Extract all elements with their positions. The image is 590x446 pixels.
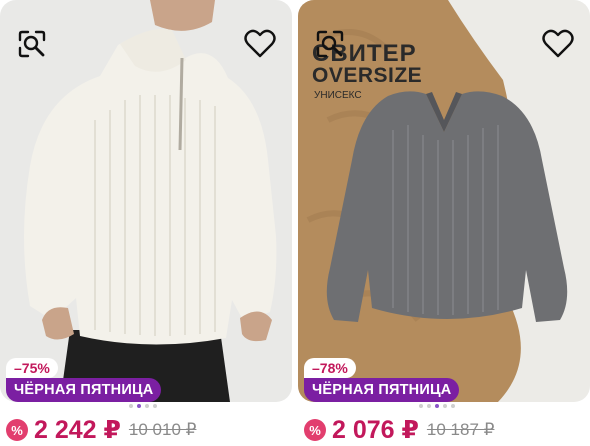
price-row: % 2 076 ₽ 10 187 ₽: [304, 416, 494, 444]
gallery-dot: [145, 404, 149, 408]
price-row: % 2 242 ₽ 10 010 ₽: [6, 416, 196, 444]
gallery-dot: [153, 404, 157, 408]
heart-icon[interactable]: [540, 26, 576, 62]
gallery-indicator: [419, 404, 455, 410]
product-card-1[interactable]: –75% ЧЁРНАЯ ПЯТНИЦА % 2 242 ₽ 10 010 ₽: [0, 0, 292, 446]
gallery-dot: [443, 404, 447, 408]
discount-badge: –78%: [304, 358, 356, 378]
banner-note: УНИСЕКС: [314, 90, 362, 101]
current-price: 2 076 ₽: [332, 416, 419, 444]
gallery-dot: [129, 404, 133, 408]
current-price: 2 242 ₽: [34, 416, 121, 444]
percent-icon: %: [6, 419, 28, 441]
heart-icon[interactable]: [242, 26, 278, 62]
product-card-2[interactable]: СВИТЕР OVERSIZE УНИСЕКС –78% ЧЁРНАЯ ПЯТН…: [298, 0, 590, 446]
gallery-dot-active: [137, 404, 141, 408]
gallery-dot: [451, 404, 455, 408]
promo-label: ЧЁРНАЯ ПЯТНИЦА: [6, 378, 162, 402]
old-price: 10 187 ₽: [426, 420, 495, 439]
percent-icon: %: [304, 419, 326, 441]
promo-label: ЧЁРНАЯ ПЯТНИЦА: [304, 378, 460, 402]
gallery-dot-active: [435, 404, 439, 408]
image-search-icon[interactable]: [14, 26, 50, 62]
gallery-indicator: [129, 404, 157, 410]
discount-badge: –75%: [6, 358, 58, 378]
image-search-icon[interactable]: [312, 26, 348, 62]
old-price: 10 010 ₽: [128, 420, 197, 439]
gallery-dot: [427, 404, 431, 408]
banner-subtitle: OVERSIZE: [312, 64, 423, 87]
gallery-dot: [419, 404, 423, 408]
